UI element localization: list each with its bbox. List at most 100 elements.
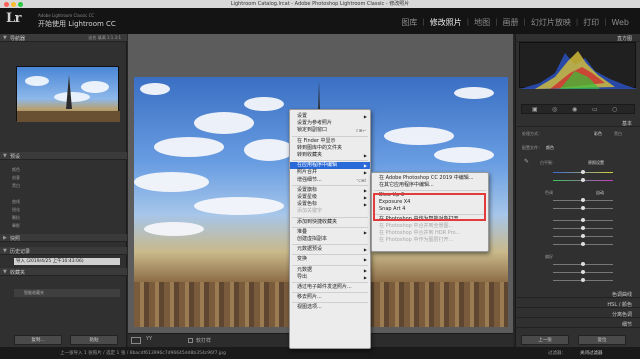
menu-item[interactable]: 设置 ▶	[290, 113, 370, 120]
copy-settings-button[interactable]: 复制...	[14, 335, 62, 345]
navigator-header[interactable]: ▼ 导航器 适合 填满 1:1 3:1	[0, 34, 127, 42]
menu-item[interactable]: 转到图库中的文件夹	[290, 145, 370, 152]
menu-item[interactable]: 照片合并 ▶	[290, 169, 370, 176]
module-print[interactable]: 打印	[578, 17, 604, 28]
profile-dropdown[interactable]: 颜色	[546, 145, 554, 151]
loupe-view-icon[interactable]	[131, 337, 141, 344]
slider-knob[interactable]	[581, 198, 585, 202]
slider-knob[interactable]	[581, 170, 585, 174]
radial-filter-icon[interactable]: ○	[612, 106, 617, 113]
temperature-slider[interactable]	[553, 170, 613, 174]
blacks-slider[interactable]	[553, 242, 613, 246]
menu-item[interactable]: 堆叠 ▶	[290, 229, 370, 236]
filter-dropdown[interactable]: 关闭过滤器	[580, 350, 603, 356]
preset-group-item[interactable]: 创意	[12, 175, 20, 181]
slider-knob[interactable]	[581, 242, 585, 246]
soft-proof-checkbox[interactable]	[188, 338, 193, 343]
history-header[interactable]: ▼ 历史记录	[0, 247, 127, 255]
close-window-button[interactable]	[4, 2, 9, 7]
module-develop[interactable]: 修改照片	[425, 17, 467, 28]
shadows-slider[interactable]	[553, 226, 613, 230]
texture-slider[interactable]	[553, 262, 613, 266]
menu-item[interactable]: 在 Adobe Photoshop CC 2019 中编辑...	[372, 175, 488, 182]
menu-item[interactable]: 增强细节... ⌥⌘I	[290, 177, 370, 184]
preset-group-item[interactable]: 黑白	[12, 183, 20, 189]
menu-item[interactable]: 导出 ▶	[290, 274, 370, 281]
zoom-window-button[interactable]	[18, 2, 23, 7]
menu-item[interactable]: 通过电子邮件发送照片...	[290, 284, 370, 291]
collections-header[interactable]: ▼ 收藏夹	[0, 268, 127, 276]
preset-group-item[interactable]: 曲线	[12, 199, 20, 205]
submenu-arrow-icon: ▶	[363, 195, 367, 200]
menu-item[interactable]: 添加到快捷收藏夹	[290, 219, 370, 226]
tint-slider[interactable]	[553, 178, 613, 182]
menu-item[interactable]: 在 Finder 中显示	[290, 138, 370, 145]
paste-settings-button[interactable]: 粘贴	[70, 335, 118, 345]
slider-knob[interactable]	[581, 262, 585, 266]
slider-knob[interactable]	[581, 206, 585, 210]
history-step-import[interactable]: 导入 (2019/4/25 上午10:43:06)	[14, 258, 120, 265]
spot-removal-icon[interactable]: ◎	[552, 106, 557, 113]
previous-button[interactable]: 上一张	[521, 335, 569, 345]
menu-item[interactable]: 转到收藏夹 ▶	[290, 152, 370, 159]
exposure-slider[interactable]	[553, 198, 613, 202]
histogram-header[interactable]: 直方图	[515, 34, 640, 42]
hsl-header[interactable]: HSL / 颜色	[515, 300, 640, 308]
preset-group-item[interactable]: 颜色	[12, 167, 20, 173]
red-eye-icon[interactable]: ◉	[572, 106, 577, 113]
whites-slider[interactable]	[553, 234, 613, 238]
contrast-slider[interactable]	[553, 206, 613, 210]
slider-knob[interactable]	[581, 226, 585, 230]
slider-knob[interactable]	[581, 218, 585, 222]
split-toning-header[interactable]: 分离色调	[515, 310, 640, 318]
before-after-toggle[interactable]: YY	[146, 336, 152, 342]
menu-item[interactable]: 元数据 ▶	[290, 267, 370, 274]
menu-item[interactable]: 设置星级 ▶	[290, 194, 370, 201]
menu-item[interactable]: 创建虚拟副本	[290, 236, 370, 243]
graduated-filter-icon[interactable]: ▭	[592, 106, 598, 113]
preset-group-item[interactable]: 颗粒	[12, 215, 20, 221]
wb-dropdown[interactable]: 原照设置	[588, 160, 604, 166]
tone-curve-header[interactable]: 色调曲线	[515, 290, 640, 298]
basic-panel-header[interactable]: 基本	[515, 119, 640, 127]
module-map[interactable]: 地图	[469, 17, 495, 28]
module-slideshow[interactable]: 幻灯片放映	[526, 17, 576, 28]
highlights-slider[interactable]	[553, 218, 613, 222]
slider-knob[interactable]	[581, 270, 585, 274]
crop-tool-icon[interactable]: ▣	[532, 106, 538, 113]
menu-item-label: 锁定到副窗口	[297, 127, 328, 134]
minimize-window-button[interactable]	[11, 2, 16, 7]
histogram-graph[interactable]	[519, 42, 637, 89]
menu-item[interactable]: 锁定到副窗口 ⇧⌘↩	[290, 127, 370, 134]
navigator-zoom-options[interactable]: 适合 填满 1:1 3:1	[88, 35, 121, 41]
slider-knob[interactable]	[581, 178, 585, 182]
clarity-slider[interactable]	[553, 270, 613, 274]
snapshots-header[interactable]: ▶ 快照	[0, 234, 127, 242]
slider-knob[interactable]	[581, 278, 585, 282]
treatment-color-option[interactable]: 彩色	[594, 131, 602, 137]
module-book[interactable]: 画册	[497, 17, 523, 28]
module-web[interactable]: Web	[607, 18, 634, 27]
smart-collection-item[interactable]: 智能收藏夹	[14, 289, 120, 297]
preset-group-item[interactable]: 晕影	[12, 223, 20, 229]
treatment-bw-option[interactable]: 黑白	[614, 131, 622, 137]
menu-item[interactable]: 变换 ▶	[290, 256, 370, 263]
develop-tool-strip[interactable]: ▣ ◎ ◉ ▭ ○	[521, 104, 635, 114]
navigator-preview-image[interactable]	[16, 66, 120, 122]
preset-group-item[interactable]: 锐化	[12, 207, 20, 213]
slider-knob[interactable]	[581, 234, 585, 238]
menu-item[interactable]: 在其它应用程序中编辑...	[372, 182, 488, 189]
dehaze-slider[interactable]	[553, 278, 613, 282]
module-picker: 图库 | 修改照片 | 地图 | 画册 | 幻灯片放映 | 打印 | Web	[396, 16, 634, 28]
tone-auto-button[interactable]: 自动	[596, 190, 604, 196]
menu-item[interactable]: 设置旗标 ▶	[290, 187, 370, 194]
reset-button[interactable]: 复位	[578, 335, 626, 345]
menu-item[interactable]: 元数据预设 ▶	[290, 246, 370, 253]
white-balance-eyedropper-icon[interactable]: ✎	[524, 158, 529, 165]
detail-header[interactable]: 细节	[515, 320, 640, 328]
menu-item[interactable]: 移去照片...	[290, 294, 370, 301]
get-started-link[interactable]: 开始使用 Lightroom CC	[38, 19, 116, 29]
menu-item[interactable]: 视图选项...	[290, 304, 370, 311]
presets-header[interactable]: ▼ 预设	[0, 152, 127, 160]
module-library[interactable]: 图库	[396, 17, 422, 28]
